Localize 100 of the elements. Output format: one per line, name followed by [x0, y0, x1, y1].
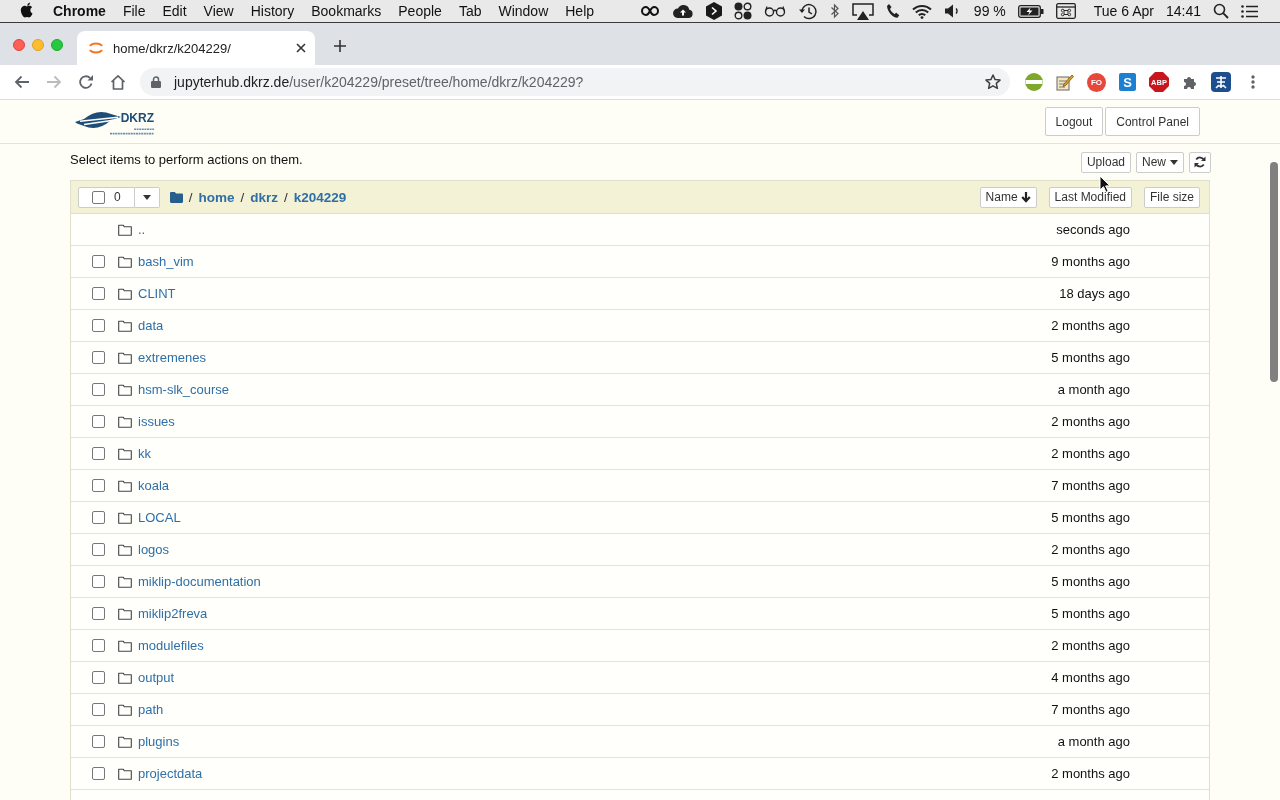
puzzle-icon[interactable]: [1182, 74, 1198, 90]
menu-item[interactable]: Tab: [458, 3, 482, 19]
menu-item[interactable]: History: [250, 3, 295, 19]
row-checkbox[interactable]: [92, 511, 105, 524]
row-checkbox[interactable]: [92, 447, 105, 460]
row-checkbox[interactable]: [92, 287, 105, 300]
row-checkbox[interactable]: [92, 575, 105, 588]
folder-link[interactable]: projectdata: [138, 766, 203, 781]
folder-link[interactable]: modulefiles: [138, 638, 204, 653]
striped-disc-icon[interactable]: [1025, 73, 1043, 91]
row-checkbox[interactable]: [92, 255, 105, 268]
wifi-icon[interactable]: [911, 3, 932, 19]
row-checkbox[interactable]: [92, 351, 105, 364]
folder-link[interactable]: output: [138, 670, 175, 685]
command-window-icon[interactable]: [1055, 3, 1076, 19]
select-all-button[interactable]: 0: [78, 186, 135, 208]
address-bar[interactable]: jupyterhub.dkrz.de/user/k204229/preset/tree/home/dkrz/k204229?: [140, 68, 1010, 96]
folder-icon: [118, 319, 132, 332]
row-checkbox[interactable]: [92, 383, 105, 396]
glyph-tile-icon[interactable]: [1211, 72, 1231, 92]
four-circles-icon[interactable]: [733, 2, 752, 20]
bluetooth-icon[interactable]: [829, 3, 840, 19]
header-button[interactable]: Control Panel: [1105, 107, 1200, 136]
row-checkbox[interactable]: [92, 703, 105, 716]
row-checkbox[interactable]: [92, 735, 105, 748]
browser-tab[interactable]: home/dkrz/k204229/: [77, 31, 315, 65]
battery-charging-icon[interactable]: [1017, 4, 1044, 18]
breadcrumb-link[interactable]: home: [198, 189, 235, 205]
breadcrumb-link[interactable]: dkrz: [250, 189, 278, 205]
close-window-icon[interactable]: [13, 38, 25, 51]
menu-item[interactable]: Help: [565, 3, 595, 19]
lock-icon[interactable]: [151, 76, 161, 88]
list-icon[interactable]: [1241, 4, 1258, 18]
glasses-icon[interactable]: [763, 5, 786, 17]
select-dropdown-button[interactable]: [134, 186, 160, 208]
refresh-button[interactable]: [1189, 151, 1211, 173]
cloud-upload-icon[interactable]: [671, 4, 694, 18]
extension-button[interactable]: FO: [1087, 72, 1106, 92]
menu-bar-time[interactable]: 14:41: [1165, 3, 1201, 19]
folder-link[interactable]: extremenes: [138, 350, 206, 365]
extension-button[interactable]: S: [1119, 73, 1136, 91]
select-all-checkbox[interactable]: [92, 190, 105, 204]
hexagon-icon[interactable]: [705, 2, 722, 20]
row-checkbox[interactable]: [92, 639, 105, 652]
row-checkbox[interactable]: [92, 479, 105, 492]
row-checkbox[interactable]: [92, 415, 105, 428]
folder-icon[interactable]: [169, 191, 183, 203]
folder-link[interactable]: hsm-slk_course: [138, 382, 230, 397]
menu-item[interactable]: File: [122, 3, 146, 19]
back-arrow-icon[interactable]: [14, 74, 30, 90]
menu-item[interactable]: Bookmarks: [311, 3, 382, 19]
folder-link[interactable]: miklip2freva: [138, 606, 208, 621]
phone-icon[interactable]: [885, 3, 900, 19]
close-tab-icon[interactable]: [296, 43, 306, 53]
upload-button[interactable]: Upload: [1080, 151, 1131, 173]
scrollbar-thumb[interactable]: [1270, 162, 1278, 382]
row-checkbox[interactable]: [92, 543, 105, 556]
menu-item[interactable]: View: [203, 3, 234, 19]
row-checkbox[interactable]: [92, 607, 105, 620]
folder-link[interactable]: koala: [138, 478, 170, 493]
breadcrumb-link[interactable]: k204229: [293, 189, 347, 205]
menu-bar-date[interactable]: Tue 6 Apr: [1093, 3, 1154, 19]
folder-link[interactable]: CLINT: [138, 286, 176, 301]
folder-link[interactable]: plugins: [138, 734, 180, 749]
folder-link[interactable]: ..: [138, 222, 146, 237]
battery-percentage: 99 %: [973, 3, 1006, 19]
sort-button[interactable]: Name: [979, 186, 1037, 208]
folder-link[interactable]: data: [138, 318, 164, 333]
folder-link[interactable]: miklip-documentation: [138, 574, 261, 589]
star-icon[interactable]: [985, 74, 1001, 90]
folder-link[interactable]: issues: [138, 414, 175, 429]
folder-link[interactable]: kk: [138, 446, 151, 461]
notepad-pencil-icon[interactable]: [1056, 73, 1074, 91]
folder-link[interactable]: bash_vim: [138, 254, 194, 269]
menu-item[interactable]: Edit: [162, 3, 187, 19]
row-checkbox[interactable]: [92, 767, 105, 780]
folder-link[interactable]: path: [138, 702, 164, 717]
sort-button[interactable]: File size: [1144, 186, 1200, 208]
folder-link[interactable]: logos: [138, 542, 170, 557]
home-icon[interactable]: [110, 74, 126, 90]
folder-icon: [118, 543, 132, 556]
display-triangle-icon[interactable]: [851, 2, 874, 20]
reload-icon[interactable]: [78, 74, 94, 90]
menu-item[interactable]: Window: [498, 3, 549, 19]
folder-link[interactable]: LOCAL: [138, 510, 181, 525]
row-checkbox[interactable]: [92, 319, 105, 332]
new-button[interactable]: New: [1136, 151, 1184, 173]
three-dots-menu-icon[interactable]: [1251, 75, 1255, 89]
header-button[interactable]: Logout: [1044, 107, 1104, 136]
infinity-loop-icon[interactable]: [639, 5, 660, 17]
row-checkbox[interactable]: [92, 671, 105, 684]
clock-history-icon[interactable]: [797, 2, 818, 20]
apple-logo-icon[interactable]: [20, 1, 34, 19]
breadcrumb-separator: /: [284, 189, 288, 205]
new-tab-icon[interactable]: [334, 40, 346, 52]
sort-button[interactable]: Last Modified: [1048, 186, 1132, 208]
arrow-down-icon: [1020, 191, 1031, 203]
search-icon[interactable]: [1213, 3, 1229, 19]
app-menu[interactable]: Chrome: [53, 3, 106, 19]
menu-item[interactable]: People: [398, 3, 442, 19]
